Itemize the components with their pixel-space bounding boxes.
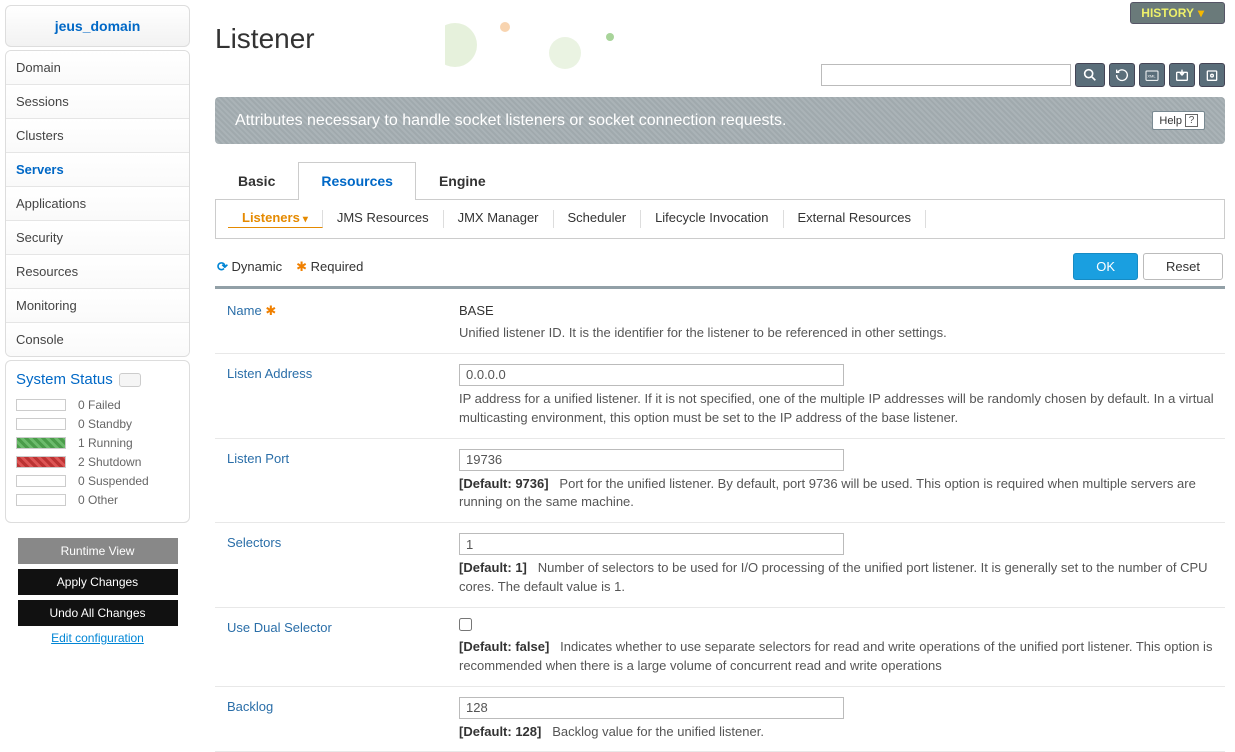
status-bar-icon — [16, 494, 66, 506]
help-button[interactable]: Help? — [1152, 111, 1205, 130]
nav-item-security[interactable]: Security — [6, 221, 189, 255]
domain-title[interactable]: jeus_domain — [5, 5, 190, 47]
tabs: BasicResourcesEngine — [215, 162, 1225, 200]
status-bar-icon — [16, 456, 66, 468]
nav-item-domain[interactable]: Domain — [6, 51, 189, 85]
status-list: 0 Failed 0 Standby 1 Running 2 Shutdown 0 Su… — [16, 398, 179, 507]
ok-button[interactable]: OK — [1073, 253, 1138, 280]
form-table: Name ✱ BASE Unified listener ID. It is t… — [215, 291, 1225, 752]
apply-changes-button[interactable]: Apply Changes — [18, 569, 178, 595]
runtime-view-button[interactable]: Runtime View — [18, 538, 178, 564]
nav-item-console[interactable]: Console — [6, 323, 189, 356]
desc-listen-address: IP address for a unified listener. If it… — [459, 390, 1221, 428]
nav-item-servers[interactable]: Servers — [6, 153, 189, 187]
settings-button[interactable] — [1199, 63, 1225, 87]
status-row-running: 1 Running — [16, 436, 179, 450]
nav-item-sessions[interactable]: Sessions — [6, 85, 189, 119]
refresh-button[interactable] — [1109, 63, 1135, 87]
status-row-standby: 0 Standby — [16, 417, 179, 431]
search-button[interactable] — [1075, 63, 1105, 87]
label-listen-port: Listen Port — [215, 439, 455, 523]
input-listen-address[interactable] — [459, 364, 844, 386]
legend-dynamic: ⟳ Dynamic — [217, 259, 282, 275]
export-button[interactable] — [1169, 63, 1195, 87]
undo-changes-button[interactable]: Undo All Changes — [18, 600, 178, 626]
history-button[interactable]: HISTORY — [1130, 2, 1225, 24]
status-bar-icon — [16, 437, 66, 449]
subtab-scheduler[interactable]: Scheduler — [554, 210, 642, 228]
label-use-dual-selector: Use Dual Selector — [215, 608, 455, 686]
desc-listen-port: [Default: 9736] Port for the unified lis… — [459, 475, 1221, 513]
nav-item-resources[interactable]: Resources — [6, 255, 189, 289]
subtab-lifecycle-invocation[interactable]: Lifecycle Invocation — [641, 210, 783, 228]
help-icon: ? — [1185, 114, 1198, 127]
subtab-external-resources[interactable]: External Resources — [784, 210, 926, 228]
label-selectors: Selectors — [215, 523, 455, 607]
checkbox-use-dual-selector[interactable] — [459, 618, 472, 631]
label-name: Name ✱ — [215, 291, 455, 353]
status-bar-icon — [16, 399, 66, 411]
status-row-suspended: 0 Suspended — [16, 474, 179, 488]
status-row-shutdown: 2 Shutdown — [16, 455, 179, 469]
tab-basic[interactable]: Basic — [215, 162, 298, 199]
status-bar-icon — [16, 418, 66, 430]
subtab-jmx-manager[interactable]: JMX Manager — [444, 210, 554, 228]
status-row-other: 0 Other — [16, 493, 179, 507]
label-backlog: Backlog — [215, 687, 455, 752]
sidebar-nav: DomainSessionsClustersServersApplication… — [5, 50, 190, 357]
nav-item-applications[interactable]: Applications — [6, 187, 189, 221]
input-selectors[interactable] — [459, 533, 844, 555]
xml-button[interactable]: XML — [1139, 63, 1165, 87]
page-title: Listener — [215, 23, 1225, 55]
edit-configuration-link[interactable]: Edit configuration — [5, 631, 190, 645]
tab-resources[interactable]: Resources — [298, 162, 416, 200]
desc-name: Unified listener ID. It is the identifie… — [459, 324, 1221, 343]
search-input[interactable] — [821, 64, 1071, 86]
legend-required: ✱ Required — [296, 259, 363, 275]
status-toggle-icon[interactable] — [119, 373, 141, 387]
required-icon: ✱ — [265, 303, 276, 318]
input-listen-port[interactable] — [459, 449, 844, 471]
description-banner: Attributes necessary to handle socket li… — [215, 97, 1225, 144]
required-icon: ✱ — [296, 259, 307, 274]
nav-item-monitoring[interactable]: Monitoring — [6, 289, 189, 323]
input-backlog[interactable] — [459, 697, 844, 719]
value-name: BASE — [459, 301, 1221, 320]
tab-engine[interactable]: Engine — [416, 162, 509, 199]
desc-backlog: [Default: 128] Backlog value for the uni… — [459, 723, 1221, 742]
status-bar-icon — [16, 475, 66, 487]
subtabs: ListenersJMS ResourcesJMX ManagerSchedul… — [215, 200, 1225, 239]
dynamic-icon: ⟳ — [217, 259, 228, 274]
desc-selectors: [Default: 1] Number of selectors to be u… — [459, 559, 1221, 597]
status-row-failed: 0 Failed — [16, 398, 179, 412]
desc-use-dual-selector: [Default: false] Indicates whether to us… — [459, 638, 1221, 676]
nav-item-clusters[interactable]: Clusters — [6, 119, 189, 153]
subtab-jms-resources[interactable]: JMS Resources — [323, 210, 444, 228]
subtab-listeners[interactable]: Listeners — [228, 210, 323, 228]
system-status-title: System Status — [16, 371, 179, 388]
reset-button[interactable]: Reset — [1143, 253, 1223, 280]
svg-text:XML: XML — [1147, 74, 1156, 79]
label-listen-address: Listen Address — [215, 354, 455, 438]
system-status-box: System Status 0 Failed 0 Standby 1 Running… — [5, 360, 190, 523]
